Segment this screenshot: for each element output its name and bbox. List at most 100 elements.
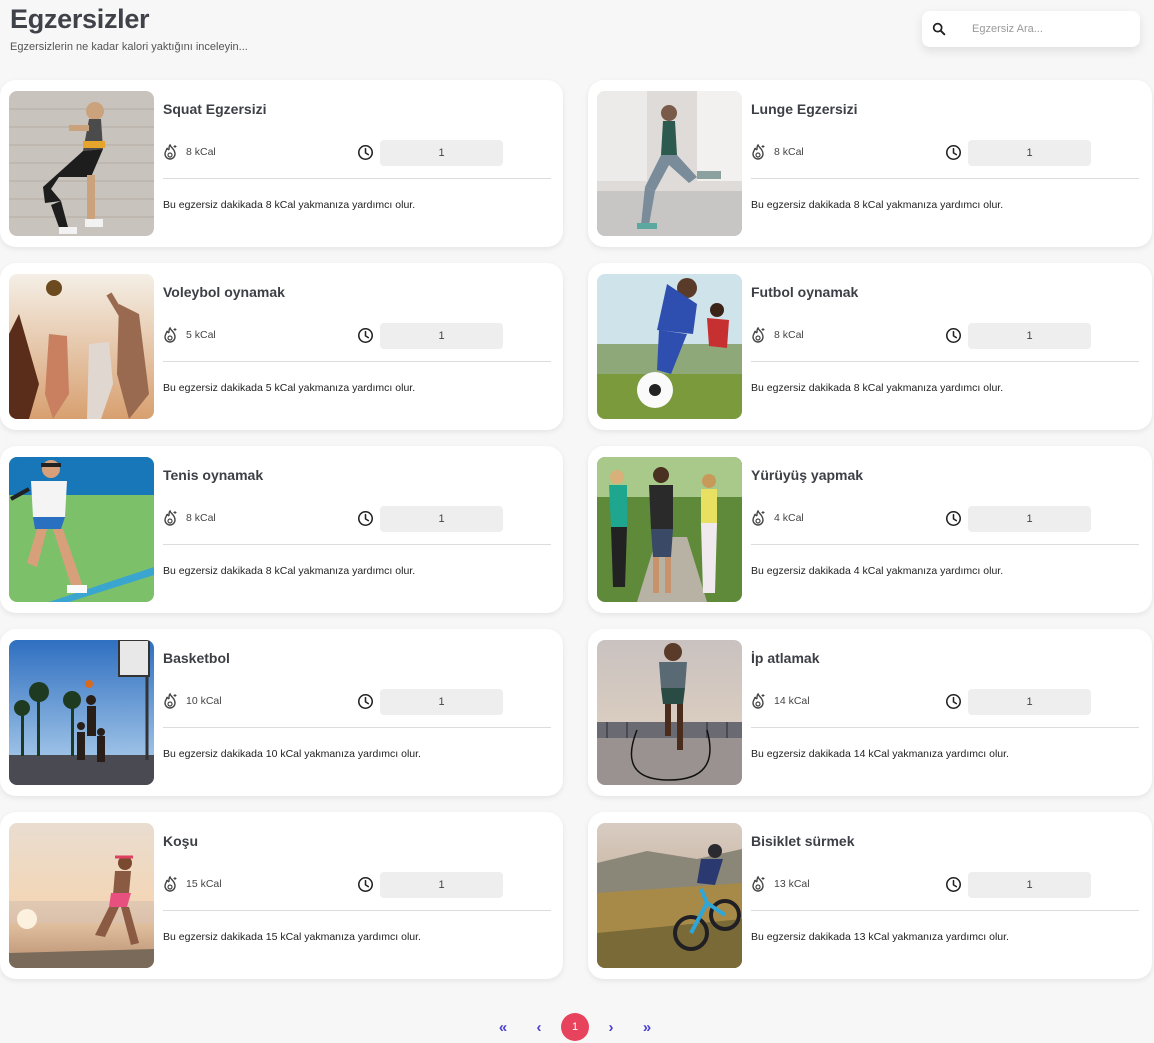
clock-icon <box>945 693 962 710</box>
divider <box>751 361 1139 362</box>
calorie-info: 8 kCal <box>163 509 216 527</box>
exercise-description: Bu egzersiz dakikada 13 kCal yakmanıza y… <box>751 931 1009 943</box>
exercise-card[interactable]: Bisiklet sürmek 13 kCal Bu egzersiz daki… <box>588 812 1152 979</box>
clock-icon <box>357 327 374 344</box>
next-page-button[interactable]: › <box>597 1013 625 1041</box>
exercise-card[interactable]: Futbol oynamak 8 kCal Bu egzersiz dakika… <box>588 263 1152 430</box>
calorie-value: 14 kCal <box>774 695 810 707</box>
exercise-image-walking <box>597 457 742 602</box>
flame-icon <box>752 326 765 343</box>
exercise-image-volleyball <box>9 274 154 419</box>
clock-icon <box>945 876 962 893</box>
calorie-value: 8 kCal <box>186 512 216 524</box>
divider <box>163 361 551 362</box>
exercise-card[interactable]: Voleybol oynamak 5 kCal Bu egzersiz daki… <box>0 263 563 430</box>
flame-icon <box>164 692 177 709</box>
exercise-image-squat <box>9 91 154 236</box>
exercise-image-cycling <box>597 823 742 968</box>
minutes-input[interactable] <box>380 140 503 166</box>
flame-icon <box>164 875 177 892</box>
clock-icon <box>357 876 374 893</box>
page-title: Egzersizler <box>10 4 150 34</box>
flame-icon <box>164 326 177 343</box>
last-page-button[interactable]: » <box>633 1013 661 1041</box>
divider <box>751 544 1139 545</box>
minutes-input[interactable] <box>968 689 1091 715</box>
exercise-card[interactable]: Koşu 15 kCal Bu egzersiz dakikada 15 kCa… <box>0 812 563 979</box>
exercise-title: Bisiklet sürmek <box>751 833 855 849</box>
exercise-description: Bu egzersiz dakikada 8 kCal yakmanıza ya… <box>163 565 416 577</box>
exercise-description: Bu egzersiz dakikada 5 kCal yakmanıza ya… <box>163 382 416 394</box>
minutes-input[interactable] <box>968 872 1091 898</box>
calorie-value: 10 kCal <box>186 695 222 707</box>
exercise-card[interactable]: Tenis oynamak 8 kCal Bu egzersiz dakikad… <box>0 446 563 613</box>
exercise-image-basketball <box>9 640 154 785</box>
minutes-input[interactable] <box>380 506 503 532</box>
calorie-value: 8 kCal <box>186 146 216 158</box>
calorie-info: 4 kCal <box>751 509 804 527</box>
minutes-input[interactable] <box>380 689 503 715</box>
exercise-card[interactable]: Yürüyüş yapmak 4 kCal Bu egzersiz dakika… <box>588 446 1152 613</box>
exercise-title: Basketbol <box>163 650 230 666</box>
exercise-image-running <box>9 823 154 968</box>
exercise-title: Lunge Egzersizi <box>751 101 858 117</box>
exercise-description: Bu egzersiz dakikada 14 kCal yakmanıza y… <box>751 748 1009 760</box>
calorie-value: 13 kCal <box>774 878 810 890</box>
clock-icon <box>357 144 374 161</box>
calorie-value: 4 kCal <box>774 512 804 524</box>
exercise-description: Bu egzersiz dakikada 4 kCal yakmanıza ya… <box>751 565 1004 577</box>
divider <box>163 727 551 728</box>
calorie-info: 14 kCal <box>751 692 810 710</box>
flame-icon <box>164 509 177 526</box>
minutes-input[interactable] <box>380 323 503 349</box>
calorie-info: 8 kCal <box>751 143 804 161</box>
exercise-card[interactable]: Basketbol 10 kCal Bu egzersiz dakikada 1… <box>0 629 563 796</box>
exercise-description: Bu egzersiz dakikada 8 kCal yakmanıza ya… <box>751 382 1004 394</box>
first-page-button[interactable]: « <box>489 1013 517 1041</box>
calorie-info: 13 kCal <box>751 875 810 893</box>
prev-page-button[interactable]: ‹ <box>525 1013 553 1041</box>
minutes-input[interactable] <box>380 872 503 898</box>
clock-icon <box>357 510 374 527</box>
calorie-value: 8 kCal <box>774 146 804 158</box>
exercise-title: İp atlamak <box>751 650 820 666</box>
exercise-title: Futbol oynamak <box>751 284 859 300</box>
divider <box>751 178 1139 179</box>
calorie-info: 5 kCal <box>163 326 216 344</box>
minutes-input[interactable] <box>968 506 1091 532</box>
clock-icon <box>357 693 374 710</box>
calorie-value: 5 kCal <box>186 329 216 341</box>
search-box[interactable] <box>922 11 1140 47</box>
exercise-title: Koşu <box>163 833 198 849</box>
current-page-button[interactable]: 1 <box>561 1013 589 1041</box>
flame-icon <box>752 692 765 709</box>
divider <box>163 910 551 911</box>
exercise-title: Tenis oynamak <box>163 467 264 483</box>
minutes-input[interactable] <box>968 323 1091 349</box>
search-icon <box>932 22 946 36</box>
exercise-image-tennis <box>9 457 154 602</box>
search-input[interactable] <box>972 19 1132 39</box>
exercise-card[interactable]: Squat Egzersizi 8 kCal Bu egzersiz dakik… <box>0 80 563 247</box>
flame-icon <box>164 143 177 160</box>
exercise-card[interactable]: İp atlamak 14 kCal Bu egzersiz dakikada … <box>588 629 1152 796</box>
minutes-input[interactable] <box>968 140 1091 166</box>
calorie-info: 8 kCal <box>163 143 216 161</box>
page-subtitle: Egzersizlerin ne kadar kalori yaktığını … <box>10 41 248 53</box>
calorie-info: 8 kCal <box>751 326 804 344</box>
exercise-image-lunge <box>597 91 742 236</box>
divider <box>751 727 1139 728</box>
pagination: « ‹ 1 › » <box>0 1013 1154 1041</box>
exercise-title: Yürüyüş yapmak <box>751 467 864 483</box>
exercise-description: Bu egzersiz dakikada 8 kCal yakmanıza ya… <box>751 199 1004 211</box>
exercise-image-football <box>597 274 742 419</box>
clock-icon <box>945 510 962 527</box>
calorie-info: 15 kCal <box>163 875 222 893</box>
flame-icon <box>752 875 765 892</box>
clock-icon <box>945 327 962 344</box>
calorie-value: 8 kCal <box>774 329 804 341</box>
divider <box>751 910 1139 911</box>
exercise-description: Bu egzersiz dakikada 8 kCal yakmanıza ya… <box>163 199 416 211</box>
exercise-card[interactable]: Lunge Egzersizi 8 kCal Bu egzersiz dakik… <box>588 80 1152 247</box>
calorie-info: 10 kCal <box>163 692 222 710</box>
